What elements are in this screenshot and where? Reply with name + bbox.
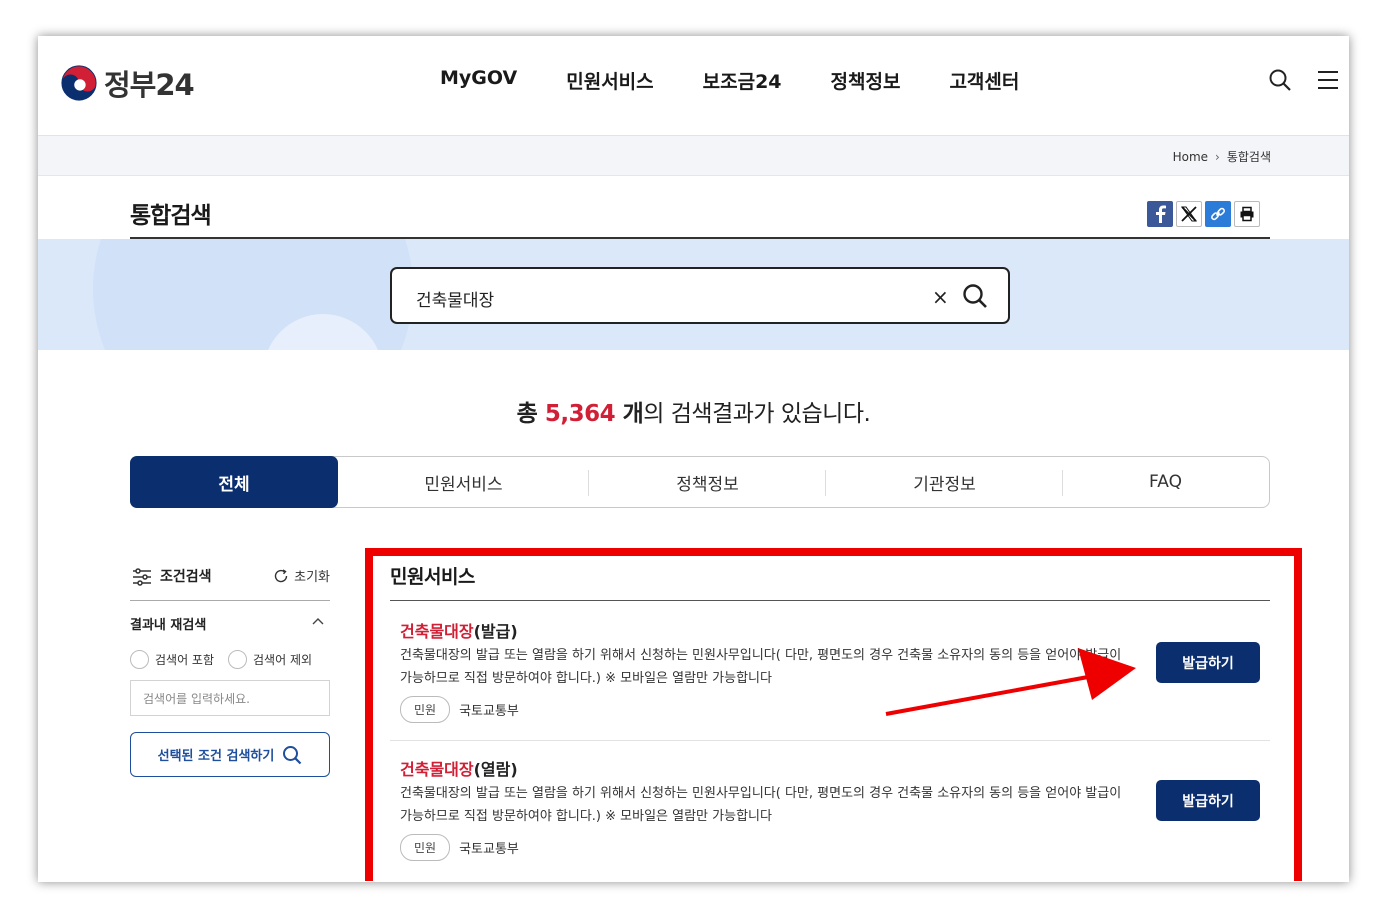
refine-keyword-input[interactable]: 검색어를 입력하세요.: [130, 680, 330, 716]
result-count: 총 5,364 개의 검색결과가 있습니다.: [38, 394, 1349, 428]
annotation-highlight-box: [365, 548, 1302, 881]
filter-divider: [130, 600, 330, 601]
copy-link-button[interactable]: [1205, 201, 1231, 227]
nav-item-civil-service[interactable]: 민원서비스: [566, 67, 653, 94]
condition-search-label: 선택된 조건 검색하기: [157, 749, 275, 764]
facebook-icon: [1156, 205, 1166, 223]
tab-label: 정책정보: [676, 474, 739, 495]
tab-all[interactable]: 전체: [130, 456, 338, 508]
tab-policy[interactable]: 정책정보: [589, 457, 826, 507]
filter-header: 조건검색 초기화: [130, 566, 330, 588]
count-number: 5,364: [544, 401, 616, 427]
search-query: 건축물대장: [416, 291, 495, 311]
main-nav: MyGOV 민원서비스 보조금24 정책정보 고객센터: [440, 67, 1068, 94]
chevron-right-icon: ›: [1215, 149, 1220, 164]
x-icon: [1181, 206, 1197, 222]
reset-label: 초기화: [294, 570, 330, 585]
logo-text: 정부24: [104, 68, 195, 102]
print-icon: [1240, 206, 1254, 222]
link-icon: [1211, 207, 1225, 221]
filter-sliders-icon: [133, 568, 151, 586]
search-mode-radios: 검색어 포함 검색어 제외: [130, 650, 326, 669]
site-header: 정부24 MyGOV 민원서비스 보조금24 정책정보 고객센터: [38, 36, 1349, 136]
breadcrumb-current: 통합검색: [1226, 150, 1271, 164]
site-logo[interactable]: 정부24: [60, 62, 195, 104]
page-title: 통합검색: [130, 203, 212, 229]
tab-label: 기관정보: [913, 474, 976, 495]
condition-search-button[interactable]: 선택된 조건 검색하기: [130, 732, 330, 777]
x-share-button[interactable]: [1176, 201, 1202, 227]
reset-button[interactable]: 초기화: [273, 566, 330, 585]
breadcrumb-bar: Home › 통합검색: [38, 136, 1349, 176]
radio-include[interactable]: 검색어 포함: [130, 650, 214, 669]
refine-search-label: 결과내 재검색: [130, 618, 207, 633]
breadcrumb: Home › 통합검색: [1173, 148, 1271, 165]
tab-agency[interactable]: 기관정보: [826, 457, 1063, 507]
count-unit: 개: [615, 401, 644, 427]
result-tabs: 전체 민원서비스 정책정보 기관정보 FAQ: [130, 456, 1270, 508]
search-icon: [283, 745, 302, 764]
search-input[interactable]: 건축물대장 ×: [390, 267, 1010, 324]
nav-item-policy[interactable]: 정책정보: [831, 67, 901, 94]
radio-circle: [228, 650, 248, 669]
taegeuk-logo-icon: [61, 65, 97, 101]
facebook-share-button[interactable]: [1147, 201, 1173, 227]
close-icon[interactable]: ×: [932, 285, 949, 309]
refresh-icon: [274, 568, 288, 582]
tab-civil-service[interactable]: 민원서비스: [338, 457, 589, 507]
nav-item-mygov[interactable]: MyGOV: [440, 67, 517, 94]
search-band: 건축물대장 ×: [38, 239, 1349, 350]
tab-label: 민원서비스: [424, 474, 503, 495]
share-toolbar: [1147, 201, 1263, 227]
radio-circle: [130, 650, 149, 669]
nav-item-subsidy[interactable]: 보조금24: [703, 67, 782, 94]
search-icon[interactable]: [1268, 68, 1292, 92]
chevron-up-icon: [312, 618, 324, 625]
search-icon[interactable]: [962, 283, 988, 309]
refine-search-toggle[interactable]: 결과내 재검색: [130, 614, 330, 633]
filter-title: 조건검색: [160, 569, 212, 585]
count-prefix: 총: [516, 401, 545, 427]
radio-include-label: 검색어 포함: [155, 653, 215, 667]
tab-label: FAQ: [1149, 472, 1182, 492]
radio-exclude-label: 검색어 제외: [253, 653, 313, 667]
radio-exclude[interactable]: 검색어 제외: [228, 650, 312, 669]
count-suffix: 의 검색결과가 있습니다.: [643, 401, 871, 427]
menu-icon[interactable]: [1316, 68, 1340, 92]
print-button[interactable]: [1234, 201, 1260, 227]
nav-item-customer-center[interactable]: 고객센터: [949, 67, 1019, 94]
browser-page: 정부24 MyGOV 민원서비스 보조금24 정책정보 고객센터 Home › …: [38, 36, 1349, 882]
tab-faq[interactable]: FAQ: [1063, 457, 1268, 507]
breadcrumb-home[interactable]: Home: [1173, 150, 1208, 164]
